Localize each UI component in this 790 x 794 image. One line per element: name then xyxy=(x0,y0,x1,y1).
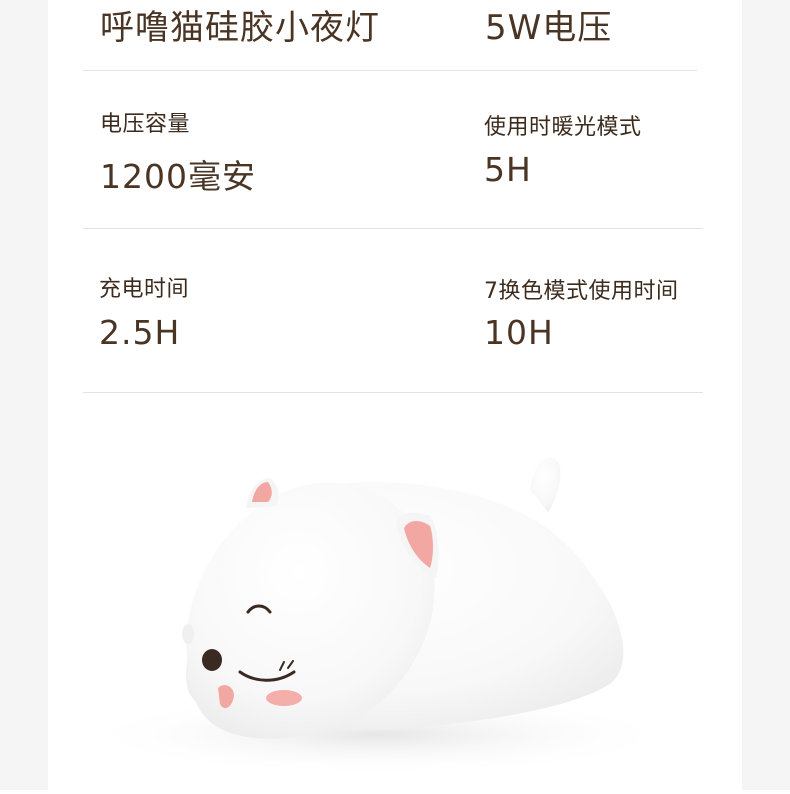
color-mode-label: 7换色模式使用时间 xyxy=(484,279,679,304)
capacity-label: 电压容量 xyxy=(100,112,191,137)
divider xyxy=(83,228,703,229)
charge-time-value: 2.5H xyxy=(99,313,181,352)
divider xyxy=(83,392,703,393)
warm-mode-value: 5H xyxy=(484,150,532,189)
divider xyxy=(83,70,697,71)
capacity-value: 1200毫安 xyxy=(100,157,256,196)
color-mode-value: 10H xyxy=(484,313,554,352)
cat-night-light-icon xyxy=(78,457,678,775)
cat-night-light-image xyxy=(48,420,742,790)
right-margin-band xyxy=(742,0,790,790)
warm-mode-label: 使用时暖光模式 xyxy=(484,115,642,140)
power-value: 5W电压 xyxy=(485,8,613,48)
product-name: 呼噜猫硅胶小夜灯 xyxy=(100,8,380,48)
charge-time-label: 充电时间 xyxy=(99,277,190,302)
left-margin-band xyxy=(0,0,48,790)
